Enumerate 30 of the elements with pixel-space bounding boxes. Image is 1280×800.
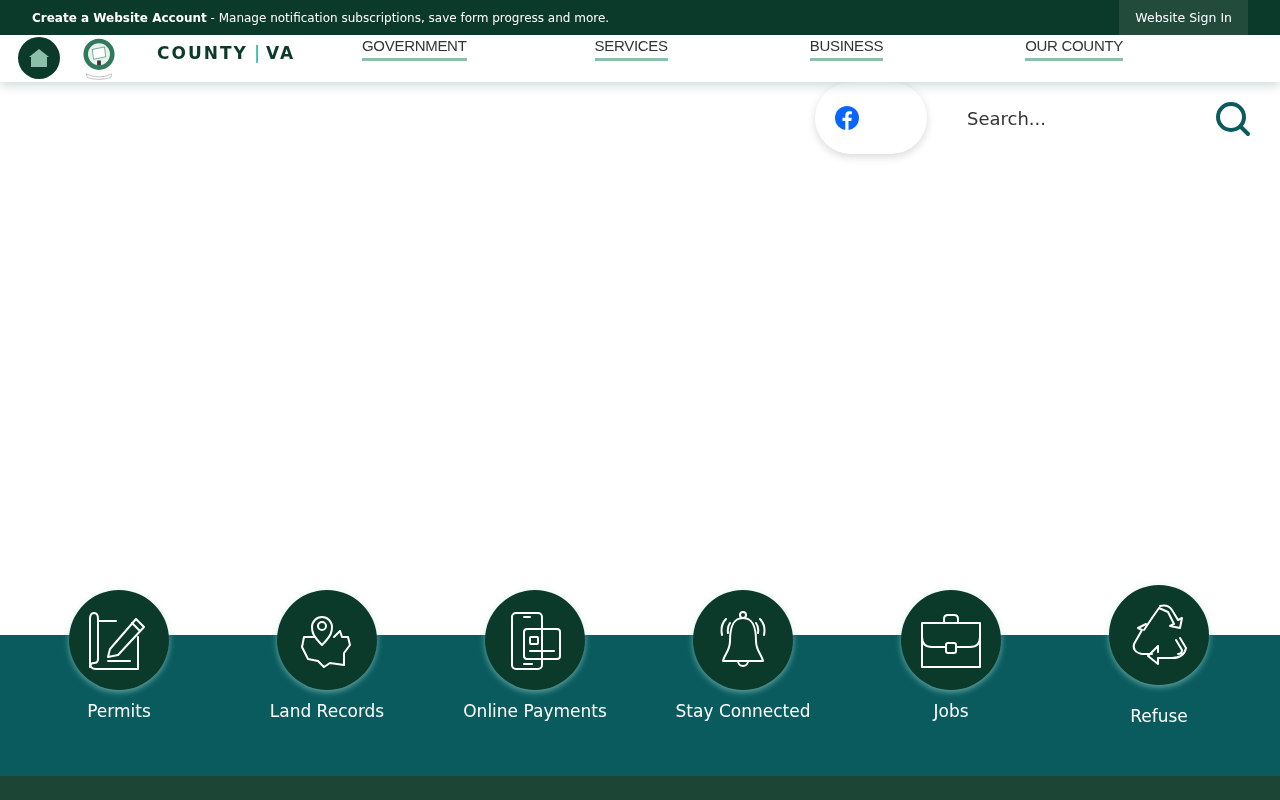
quick-link-label[interactable]: Refuse bbox=[1130, 706, 1188, 726]
sign-in-button[interactable]: Website Sign In bbox=[1119, 0, 1248, 35]
quick-link-button[interactable] bbox=[693, 590, 793, 690]
quick-link-label[interactable]: Land Records bbox=[269, 701, 385, 721]
home-button[interactable] bbox=[18, 37, 60, 79]
nav-link[interactable]: OUR COUNTY bbox=[1025, 37, 1123, 61]
nav-link[interactable]: GOVERNMENT bbox=[362, 37, 467, 61]
social-pill-button[interactable] bbox=[815, 81, 927, 154]
search-icon bbox=[1215, 100, 1251, 137]
quick-link-button[interactable] bbox=[901, 590, 1001, 690]
quick-link-button[interactable] bbox=[69, 590, 169, 690]
seal-logo-icon[interactable] bbox=[81, 36, 117, 80]
search-button[interactable] bbox=[1215, 100, 1251, 137]
quick-link-label[interactable]: Online Payments bbox=[463, 701, 607, 721]
quick-link-button[interactable] bbox=[1109, 585, 1209, 685]
quick-link-label[interactable]: Permits bbox=[87, 701, 151, 721]
facebook-icon bbox=[835, 105, 859, 130]
quick-link-button[interactable] bbox=[277, 590, 377, 690]
nav-link[interactable]: SERVICES bbox=[594, 37, 668, 61]
quick-link-label[interactable]: Jobs bbox=[933, 701, 969, 721]
nav-link[interactable]: BUSINESS bbox=[809, 37, 884, 61]
search-field[interactable]: Search... bbox=[965, 107, 1209, 130]
account-message: Create a Website Account - Manage notification subscriptions, save form progress and more. bbox=[32, 10, 610, 25]
home-icon bbox=[28, 48, 50, 68]
county-wordmark: COUNTY bbox=[157, 43, 248, 63]
create-account-link[interactable]: Create a Website Account bbox=[32, 10, 207, 25]
quick-link-label[interactable]: Stay Connected bbox=[675, 701, 811, 721]
state-wordmark: VA bbox=[266, 43, 296, 63]
wordmark-separator: | bbox=[253, 43, 261, 63]
quick-link-button[interactable] bbox=[485, 590, 585, 690]
